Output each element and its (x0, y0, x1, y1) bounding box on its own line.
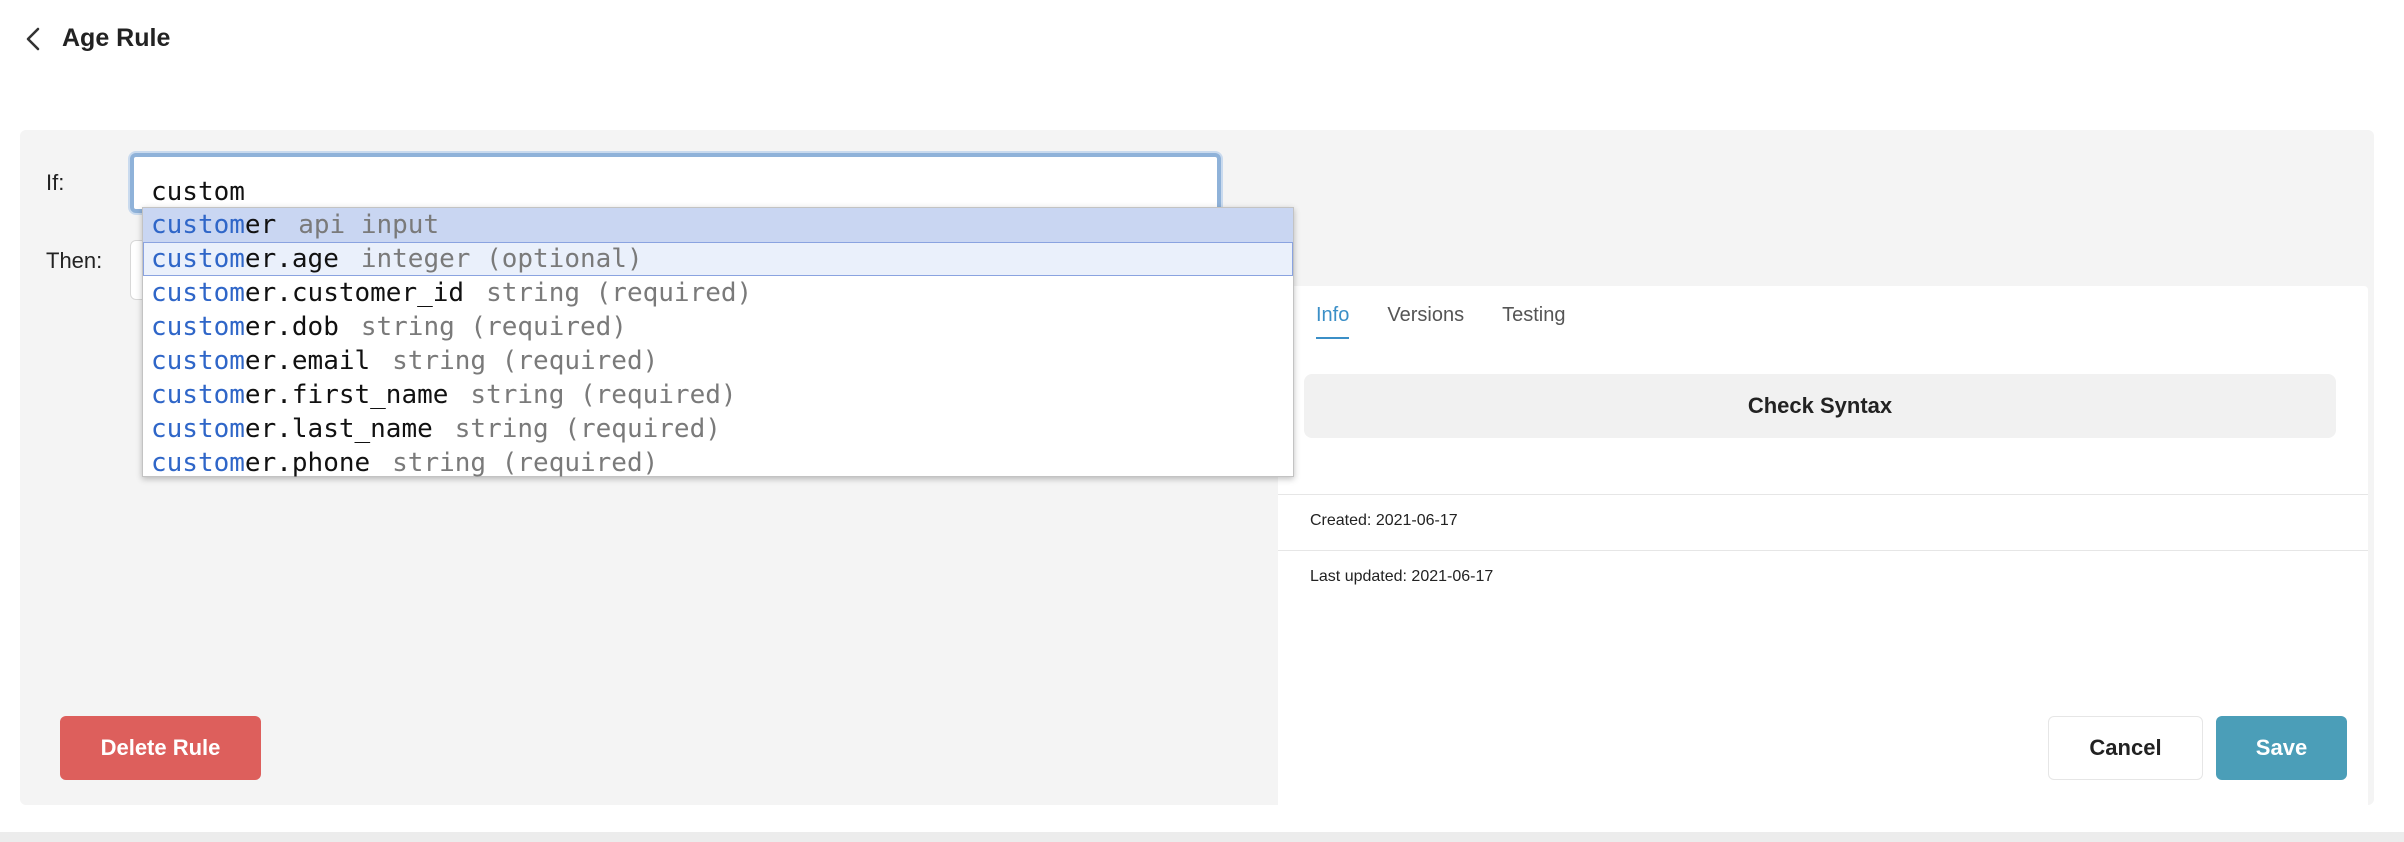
divider (1278, 494, 2368, 495)
bottom-edge (0, 832, 2404, 842)
autocomplete-rest: er.age (244, 244, 339, 274)
autocomplete-match: custom (151, 312, 245, 342)
save-button[interactable]: Save (2216, 716, 2347, 780)
cancel-button[interactable]: Cancel (2048, 716, 2203, 780)
autocomplete-rest: er.dob (244, 312, 339, 342)
created-label: Created: (1310, 512, 1372, 529)
autocomplete-item[interactable]: customer api input (143, 208, 1293, 242)
autocomplete-meta: integer (optional) (360, 244, 643, 274)
created-value: 2021-06-17 (1375, 512, 1458, 529)
autocomplete-list: customer api input customer.age integer (o… (142, 207, 1294, 480)
info-card: Info Versions Testing Check Syntax Creat… (1278, 286, 2368, 823)
divider (1278, 550, 2368, 551)
updated-line: Last updated: 2021-06-17 (1310, 568, 1493, 586)
autocomplete-item[interactable]: customer.age integer (optional) (143, 242, 1293, 276)
autocomplete-item[interactable]: customer.last_name string (required) (143, 412, 1293, 446)
autocomplete-item[interactable]: customer.first_name string (required) (143, 378, 1293, 412)
autocomplete-meta: api input (298, 210, 440, 240)
autocomplete-meta: string (required) (360, 312, 627, 342)
side-tabs: Info Versions Testing (1316, 304, 1565, 339)
delete-rule-button[interactable]: Delete Rule (60, 716, 261, 780)
autocomplete-meta: string (required) (392, 346, 659, 376)
autocomplete-meta: string (required) (392, 448, 659, 478)
autocomplete-rest: er.email (244, 346, 371, 376)
autocomplete-item[interactable]: customer.dob string (required) (143, 310, 1293, 344)
updated-value: 2021-06-17 (1411, 568, 1494, 585)
then-label: Then: (46, 248, 103, 273)
autocomplete-match: custom (151, 448, 245, 478)
autocomplete-match: custom (151, 380, 245, 410)
if-editor[interactable]: custom (130, 153, 1221, 213)
tab-info[interactable]: Info (1316, 304, 1350, 339)
autocomplete-meta: string (required) (454, 414, 721, 444)
autocomplete-match: custom (151, 278, 245, 308)
page-header: Age Rule (0, 0, 2404, 80)
autocomplete-match: custom (151, 414, 245, 444)
page-title: Age Rule (62, 24, 171, 52)
chevron-left-icon (26, 27, 40, 51)
autocomplete-rest: er.first_name (244, 380, 449, 410)
autocomplete-match: custom (151, 346, 245, 376)
autocomplete-item[interactable]: customer.email string (required) (143, 344, 1293, 378)
autocomplete-match: custom (151, 210, 245, 240)
created-line: Created: 2021-06-17 (1310, 512, 1458, 530)
autocomplete-rest: er (244, 210, 277, 240)
autocomplete-item[interactable]: customer.customer_id string (required) (143, 276, 1293, 310)
if-editor-text[interactable]: custom (151, 177, 245, 207)
autocomplete-rest: er.last_name (244, 414, 433, 444)
if-label: If: (46, 170, 65, 195)
autocomplete-rest: er.phone (244, 448, 371, 478)
autocomplete-rest: er.customer_id (244, 278, 465, 308)
tab-testing[interactable]: Testing (1502, 304, 1565, 339)
autocomplete-meta: string (required) (470, 380, 737, 410)
autocomplete-meta: string (required) (486, 278, 753, 308)
autocomplete-match: custom (151, 244, 245, 274)
autocomplete-item[interactable]: customer.phone string (required) (143, 446, 1293, 480)
tab-versions[interactable]: Versions (1387, 304, 1464, 339)
check-syntax-button[interactable]: Check Syntax (1304, 374, 2336, 438)
back-button[interactable] (18, 24, 48, 54)
updated-label: Last updated: (1310, 568, 1407, 585)
